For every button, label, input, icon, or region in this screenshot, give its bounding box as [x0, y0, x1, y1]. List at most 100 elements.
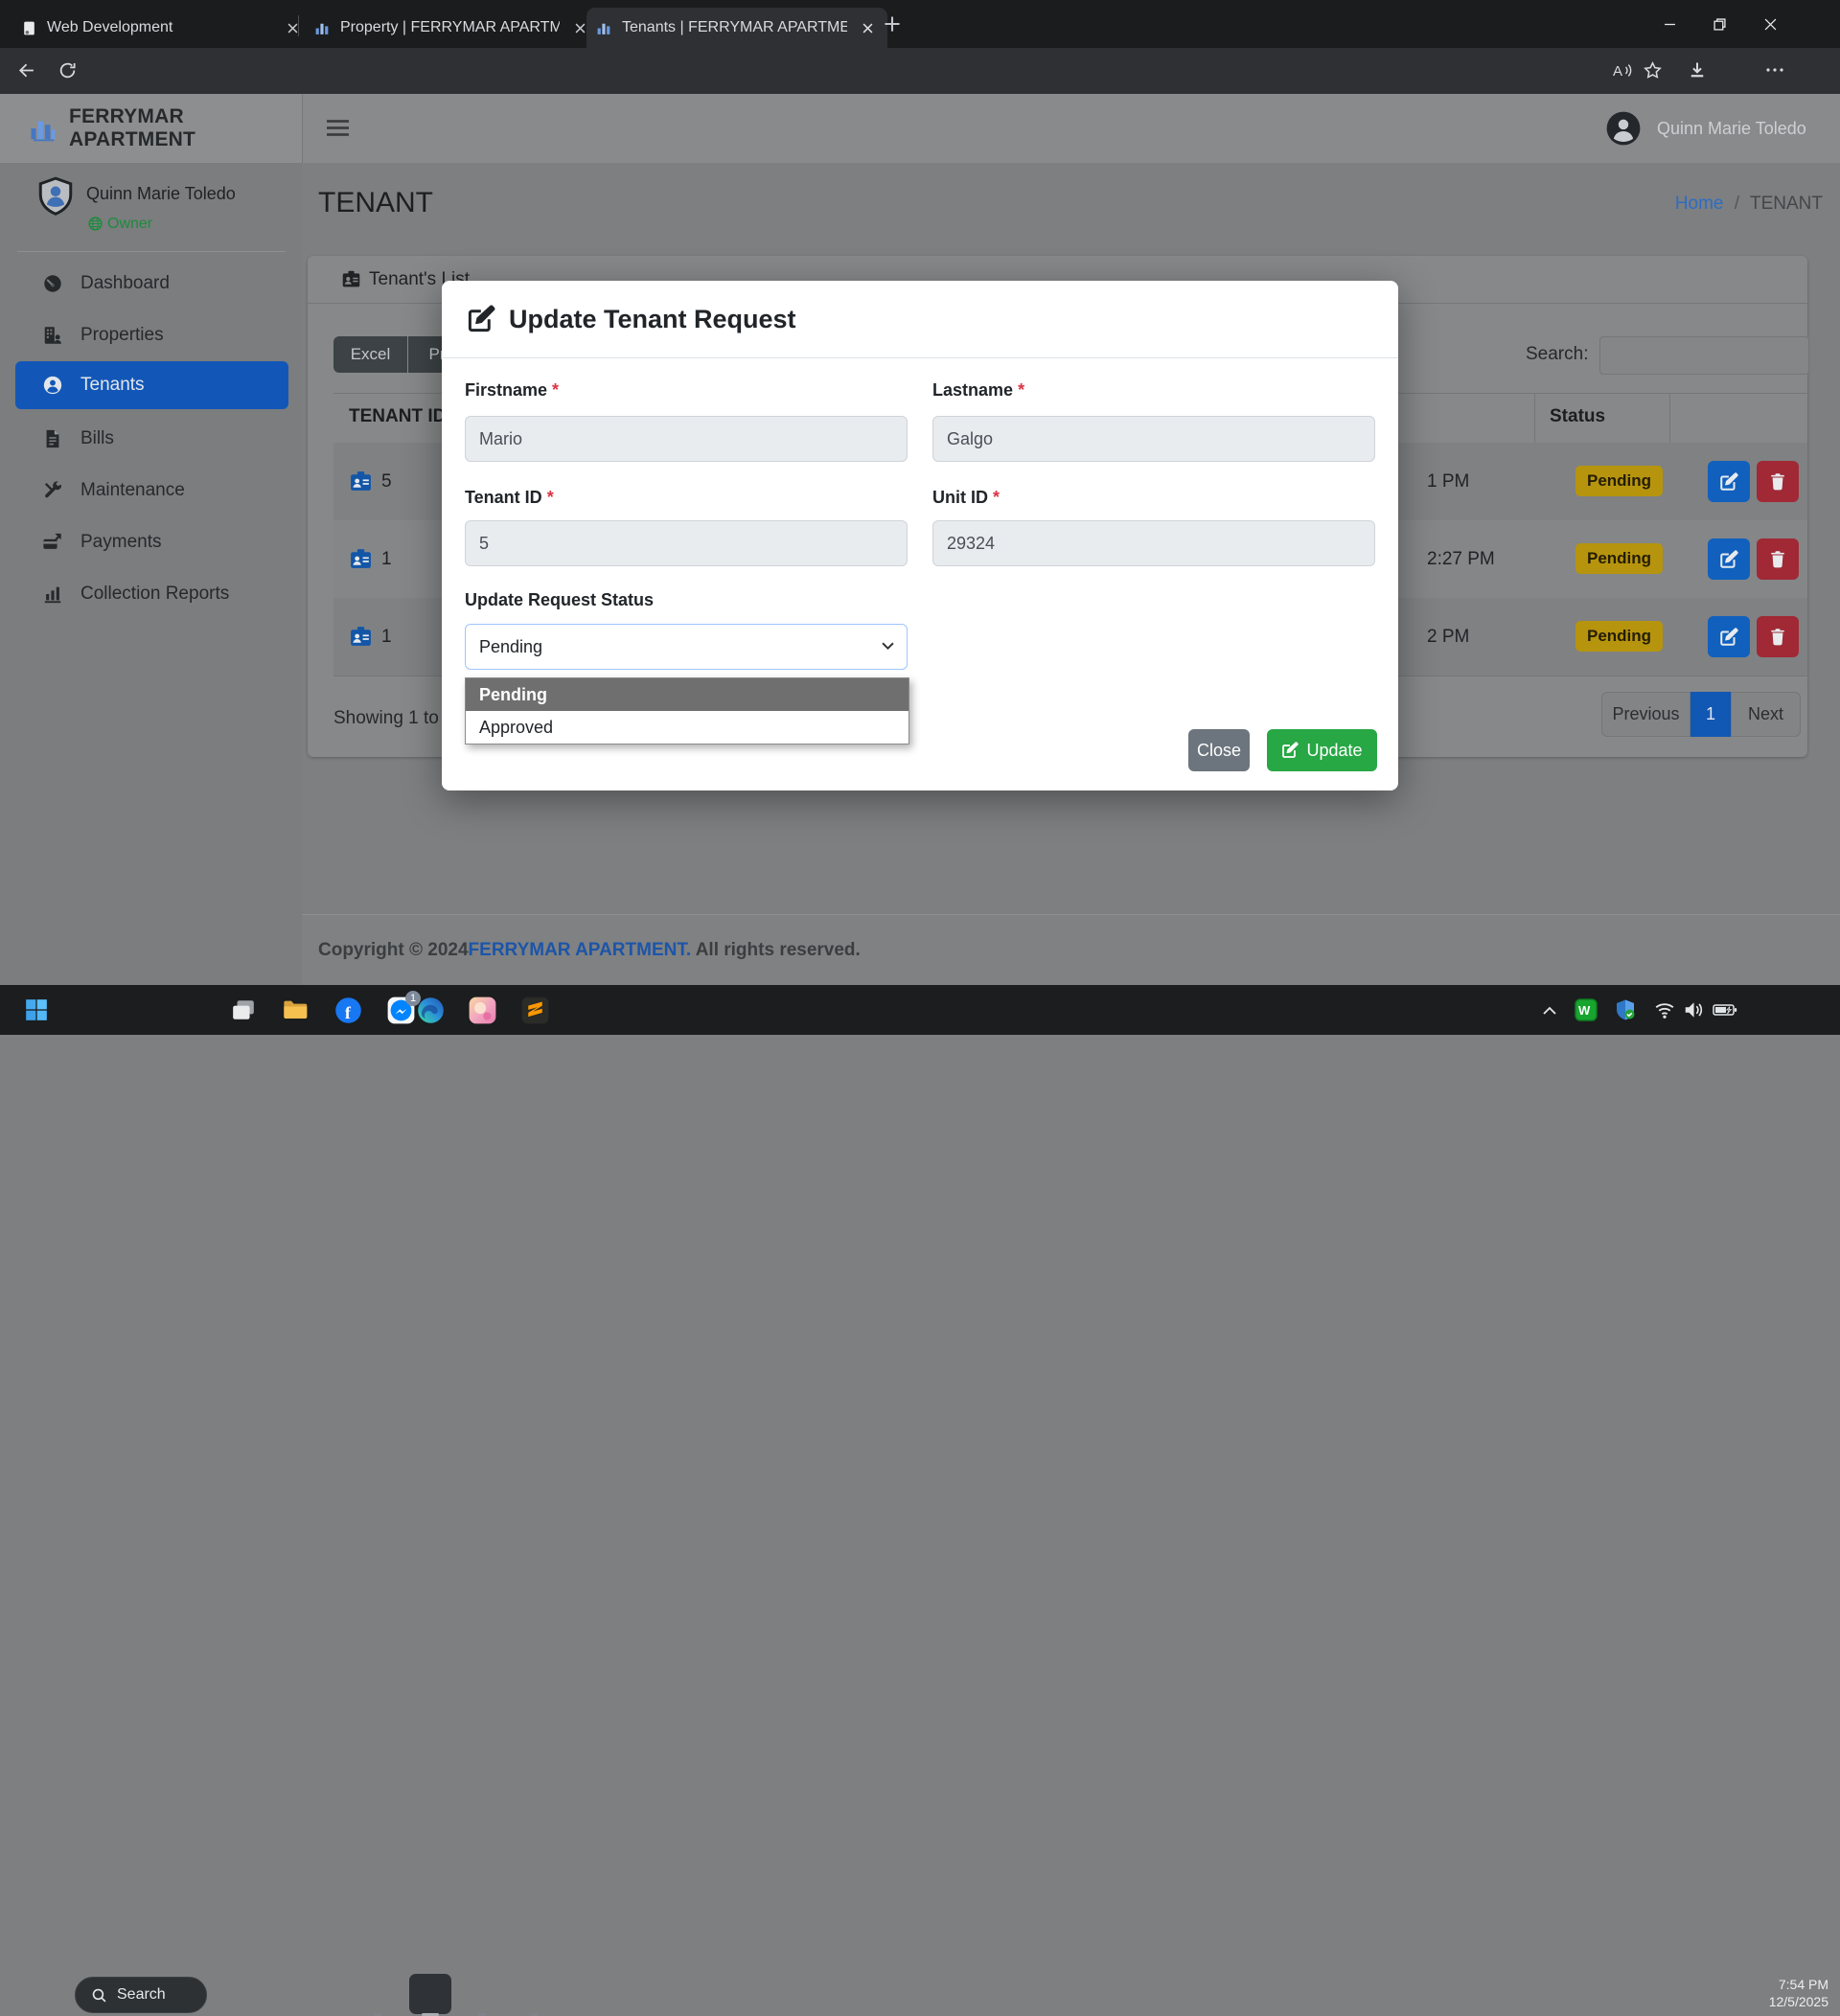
tenant-id-card-icon	[349, 547, 373, 571]
browser-tab-property[interactable]: Property | FERRYMAR APARTMENT	[305, 8, 600, 48]
start-button-icon[interactable]	[22, 996, 51, 1024]
read-aloud-icon[interactable]: A	[1612, 61, 1633, 80]
sidebar-item-collection-reports[interactable]: Collection Reports	[0, 568, 302, 620]
edit-row-button[interactable]	[1708, 616, 1750, 657]
new-tab-button[interactable]	[882, 13, 903, 34]
pagination-previous-button[interactable]: Previous	[1601, 692, 1690, 737]
export-excel-button[interactable]: Excel	[334, 336, 407, 373]
id-card-icon	[341, 269, 361, 289]
firstname-field[interactable]: Mario	[465, 416, 908, 462]
status-select[interactable]: Pending	[465, 624, 908, 670]
sidebar-item-tenants-active[interactable]: Tenants	[15, 361, 288, 409]
app-header: FERRYMAR APARTMENT Quinn Marie Toledo	[0, 94, 1840, 164]
breadcrumb-separator: /	[1735, 194, 1739, 214]
chevron-down-icon	[882, 642, 894, 651]
column-header-status[interactable]: Status	[1550, 406, 1605, 427]
wamp-server-icon[interactable]: W	[1572, 996, 1600, 1024]
sublime-text-icon[interactable]	[520, 996, 549, 1024]
building-icon	[42, 325, 63, 346]
window-close-button[interactable]	[1748, 0, 1792, 48]
game-app-icon[interactable]	[468, 996, 496, 1024]
cell-tenant-id: 1	[381, 598, 392, 676]
unit-id-label: Unit ID *	[932, 488, 1000, 508]
svg-text:f: f	[344, 1002, 351, 1021]
sidebar-item-properties[interactable]: Properties	[0, 309, 302, 361]
app-footer: Copyright © 2024 FERRYMAR APARTMENT. All…	[302, 914, 1840, 986]
firstname-label: Firstname *	[465, 380, 559, 401]
battery-icon[interactable]	[1711, 996, 1739, 1024]
browser-toolbar: localhost/apartment/owner/tenant.php A	[0, 48, 1840, 94]
favorite-star-icon[interactable]	[1644, 61, 1662, 80]
tab-title: Tenants | FERRYMAR APARTMENT	[622, 19, 847, 36]
update-button[interactable]: Update	[1267, 729, 1377, 771]
header-user-name[interactable]: Quinn Marie Toledo	[1657, 94, 1806, 163]
tab-close-icon[interactable]	[857, 17, 878, 38]
windows-security-shield-icon[interactable]	[1611, 996, 1640, 1024]
footer-brand-link[interactable]: FERRYMAR APARTMENT.	[469, 940, 692, 961]
wifi-icon[interactable]	[1650, 996, 1679, 1024]
window-restore-button[interactable]	[1697, 0, 1741, 48]
breadcrumb-home-link[interactable]: Home	[1675, 194, 1724, 214]
column-header-tenant-id[interactable]: TENANT ID	[349, 406, 446, 427]
search-input[interactable]	[1599, 336, 1809, 375]
tenant-id-field[interactable]: 5	[465, 520, 908, 566]
browser-menu-icon[interactable]	[1765, 65, 1784, 75]
header-user-avatar-icon[interactable]	[1605, 110, 1642, 147]
sidebar-item-dashboard[interactable]: Dashboard	[0, 258, 302, 309]
windows-taskbar: Search f 1 W	[0, 985, 1840, 1035]
delete-row-button[interactable]	[1757, 616, 1799, 657]
taskbar-search-label: Search	[117, 1986, 166, 2004]
edit-row-button[interactable]	[1708, 538, 1750, 580]
tray-date: 12/5/2025	[1769, 1993, 1828, 2010]
refresh-icon[interactable]	[58, 60, 78, 80]
search-label: Search:	[1526, 344, 1588, 365]
back-icon[interactable]	[15, 60, 35, 80]
status-dropdown-panel: Pending Approved	[465, 677, 909, 745]
tab-title: Property | FERRYMAR APARTMENT	[340, 19, 560, 36]
status-badge: Pending	[1576, 621, 1663, 652]
messenger-icon[interactable]: 1	[386, 996, 415, 1024]
cell-date-fragment: 2 PM	[1427, 598, 1469, 676]
sidebar-item-maintenance[interactable]: Maintenance	[0, 465, 302, 516]
option-pending[interactable]: Pending	[466, 678, 908, 711]
sidebar-item-bills[interactable]: Bills	[0, 413, 302, 465]
edge-browser-icon[interactable]	[416, 996, 445, 1024]
task-view-icon[interactable]	[229, 996, 258, 1024]
downloads-icon[interactable]	[1688, 60, 1707, 80]
footer-copyright-text: Copyright © 2024	[318, 940, 469, 961]
sidebar-toggle-hamburger-icon[interactable]	[326, 118, 350, 138]
browser-tab-tenants-active[interactable]: Tenants | FERRYMAR APARTMENT	[586, 8, 887, 48]
lastname-field[interactable]: Galgo	[932, 416, 1375, 462]
edit-row-button[interactable]	[1708, 461, 1750, 502]
update-request-status-label: Update Request Status	[465, 590, 654, 610]
tray-time: 7:54 PM	[1769, 1976, 1828, 1993]
pagination-next-button[interactable]: Next	[1731, 692, 1801, 737]
window-minimize-button[interactable]	[1647, 0, 1691, 48]
edge-active-highlight	[409, 1974, 451, 2014]
close-button[interactable]: Close	[1188, 729, 1250, 771]
facebook-icon[interactable]: f	[334, 996, 362, 1024]
status-badge: Pending	[1576, 466, 1663, 496]
sidebar-user-name: Quinn Marie Toledo	[86, 184, 236, 204]
cell-date-fragment: 2:27 PM	[1427, 520, 1495, 598]
browser-tab-web-development[interactable]: Web Development	[12, 8, 312, 48]
user-role-badge: Owner	[107, 216, 152, 233]
delete-row-button[interactable]	[1757, 461, 1799, 502]
svg-text:A: A	[1613, 63, 1622, 80]
taskbar-search-box[interactable]: Search	[75, 1977, 207, 2013]
sidebar-item-payments[interactable]: Payments	[0, 516, 302, 568]
tray-clock[interactable]: 7:54 PM 12/5/2025	[1769, 1976, 1828, 2010]
delete-row-button[interactable]	[1757, 538, 1799, 580]
modal-header: Update Tenant Request	[442, 281, 1398, 358]
file-explorer-icon[interactable]	[281, 996, 310, 1024]
tray-chevron-up-icon[interactable]	[1535, 996, 1564, 1024]
pagination-page-1-button[interactable]: 1	[1690, 692, 1731, 737]
volume-icon[interactable]	[1679, 996, 1708, 1024]
tenant-id-card-icon	[349, 625, 373, 649]
page-title: TENANT	[318, 187, 433, 219]
unit-id-field[interactable]: 29324	[932, 520, 1375, 566]
person-circle-icon	[42, 375, 63, 396]
brand-link[interactable]: FERRYMAR APARTMENT	[0, 94, 303, 163]
tab-close-icon[interactable]	[282, 17, 303, 38]
option-approved[interactable]: Approved	[466, 711, 908, 744]
